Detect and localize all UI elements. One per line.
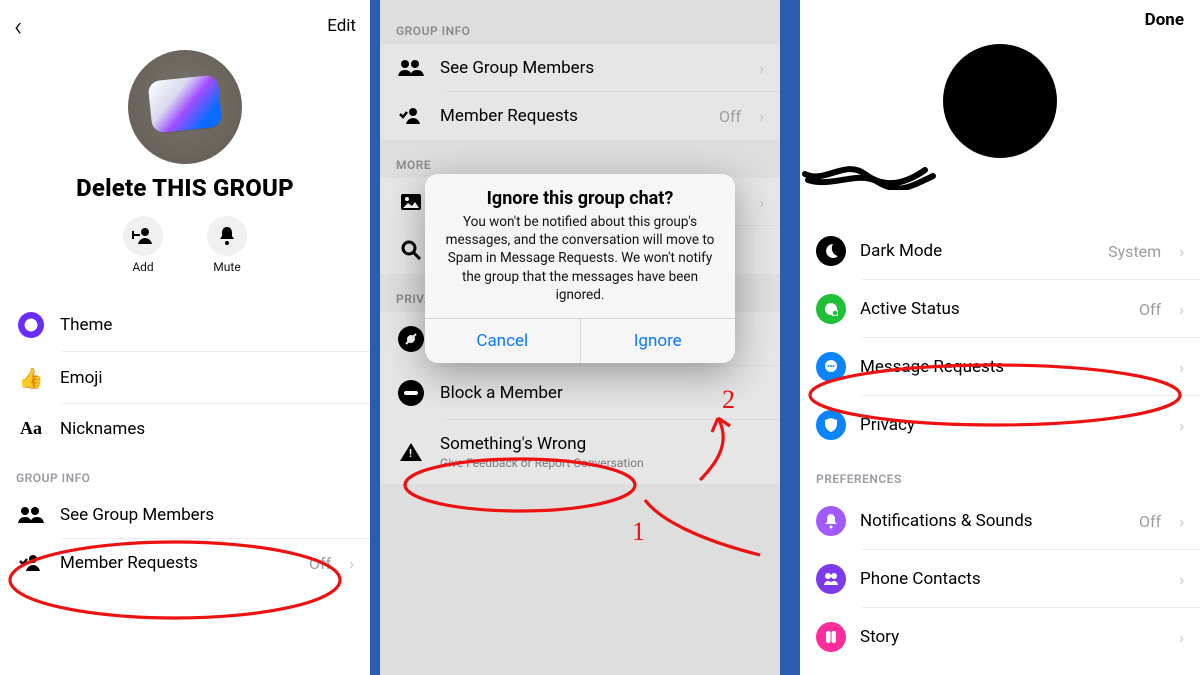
dark-mode-value: System xyxy=(1108,242,1161,261)
see-members-label-2: See Group Members xyxy=(440,58,745,78)
notifications-value: Off xyxy=(1139,512,1161,531)
group-avatar[interactable] xyxy=(128,50,242,164)
block-icon xyxy=(398,380,424,406)
member-requests-row[interactable]: Member Requests Off › xyxy=(0,539,370,587)
something-wrong-row[interactable]: ! Something's Wrong Give Feedback or Rep… xyxy=(380,420,780,484)
bell-badge-icon xyxy=(816,506,846,536)
dark-mode-row[interactable]: Dark Mode System › xyxy=(800,222,1200,280)
story-icon xyxy=(816,622,846,652)
active-status-row[interactable]: Active Status Off › xyxy=(800,280,1200,338)
done-button[interactable]: Done xyxy=(1145,10,1184,40)
thumb-icon: 👍 xyxy=(16,366,46,390)
active-status-label: Active Status xyxy=(860,299,1125,319)
phone-contacts-row[interactable]: Phone Contacts › xyxy=(800,550,1200,608)
see-group-members-row-2[interactable]: See Group Members › xyxy=(380,44,780,92)
person-check-icon xyxy=(19,554,43,572)
chevron-right-icon: › xyxy=(1179,628,1184,647)
shield-icon xyxy=(816,410,846,440)
nicknames-label: Nicknames xyxy=(60,419,354,439)
privacy-label: Privacy xyxy=(860,415,1165,435)
warning-icon: ! xyxy=(400,443,422,461)
message-requests-label: Message Requests xyxy=(860,357,1165,377)
search-icon xyxy=(401,240,421,260)
profile-avatar[interactable] xyxy=(943,44,1057,158)
ignore-confirm-dialog: Ignore this group chat? You won't be not… xyxy=(425,174,735,363)
chat-bubble-icon xyxy=(816,352,846,382)
ignore-dialog-screen: GROUP INFO See Group Members › Member Re… xyxy=(380,0,780,675)
member-requests-value-2: Off xyxy=(719,107,741,126)
active-status-icon xyxy=(816,294,846,324)
back-icon[interactable]: ‹ xyxy=(14,10,22,43)
dialog-cancel-button[interactable]: Cancel xyxy=(425,319,580,363)
chevron-right-icon: › xyxy=(1179,570,1184,589)
mute-label: Mute xyxy=(207,260,247,274)
chevron-right-icon: › xyxy=(1179,358,1184,377)
group-settings-screen: ‹ Edit Delete THIS GROUP Add xyxy=(0,0,370,675)
section-more: MORE xyxy=(380,140,780,178)
theme-row[interactable]: Theme xyxy=(0,298,370,352)
member-requests-label-2: Member Requests xyxy=(440,106,705,126)
chevron-right-icon: › xyxy=(759,107,764,126)
messenger-settings-screen: Done Dark Mode System › Active Status Of… xyxy=(800,0,1200,675)
mute-button[interactable]: Mute xyxy=(207,216,247,274)
redacted-name xyxy=(800,160,940,190)
nicknames-row[interactable]: Aa Nicknames xyxy=(0,404,370,453)
bell-icon xyxy=(218,226,236,246)
dark-mode-label: Dark Mode xyxy=(860,241,1094,261)
see-members-label: See Group Members xyxy=(60,505,354,525)
section-preferences: PREFERENCES xyxy=(800,454,1200,492)
moon-icon xyxy=(816,236,846,266)
chevron-right-icon: › xyxy=(759,193,764,212)
people-icon xyxy=(397,59,425,77)
privacy-row[interactable]: Privacy › xyxy=(800,396,1200,454)
group-title: Delete THIS GROUP xyxy=(0,174,370,202)
aa-icon: Aa xyxy=(16,418,46,439)
chevron-right-icon: › xyxy=(1179,416,1184,435)
active-status-value: Off xyxy=(1139,300,1161,319)
section-group-info: GROUP INFO xyxy=(0,453,370,491)
section-group-info-2: GROUP INFO xyxy=(380,0,780,44)
add-person-icon xyxy=(132,227,154,245)
story-label: Story xyxy=(860,627,1165,647)
chevron-right-icon: › xyxy=(1179,242,1184,261)
theme-icon xyxy=(18,312,44,338)
photo-icon xyxy=(400,193,422,211)
notifications-row[interactable]: Notifications & Sounds Off › xyxy=(800,492,1200,550)
chevron-right-icon: › xyxy=(759,59,764,78)
wrong-label: Something's Wrong Give Feedback or Repor… xyxy=(440,434,764,470)
see-group-members-row[interactable]: See Group Members xyxy=(0,491,370,539)
person-check-icon xyxy=(399,107,423,125)
member-requests-label: Member Requests xyxy=(60,553,295,573)
add-member-button[interactable]: Add xyxy=(123,216,163,274)
emoji-label: Emoji xyxy=(60,368,354,388)
block-label: Block a Member xyxy=(440,383,764,403)
people-icon xyxy=(17,506,45,524)
dialog-body: You won't be notified about this group's… xyxy=(425,213,735,318)
phone-contacts-label: Phone Contacts xyxy=(860,569,1165,589)
add-label: Add xyxy=(123,260,163,274)
dialog-title: Ignore this group chat? xyxy=(425,174,735,213)
wrong-sub: Give Feedback or Report Conversation xyxy=(440,456,764,470)
chevron-right-icon: › xyxy=(349,554,354,573)
message-requests-row[interactable]: Message Requests › xyxy=(800,338,1200,396)
notifications-label: Notifications & Sounds xyxy=(860,511,1125,531)
edit-button[interactable]: Edit xyxy=(327,16,356,36)
member-requests-row-2[interactable]: Member Requests Off › xyxy=(380,92,780,140)
emoji-row[interactable]: 👍 Emoji xyxy=(0,352,370,404)
theme-label: Theme xyxy=(60,315,354,335)
story-row[interactable]: Story › xyxy=(800,608,1200,666)
contacts-icon xyxy=(816,564,846,594)
dialog-ignore-button[interactable]: Ignore xyxy=(580,319,736,363)
chevron-right-icon: › xyxy=(1179,300,1184,319)
member-requests-value: Off xyxy=(309,554,331,573)
chevron-right-icon: › xyxy=(1179,512,1184,531)
ignore-icon xyxy=(398,326,424,352)
block-member-row[interactable]: Block a Member xyxy=(380,366,780,420)
